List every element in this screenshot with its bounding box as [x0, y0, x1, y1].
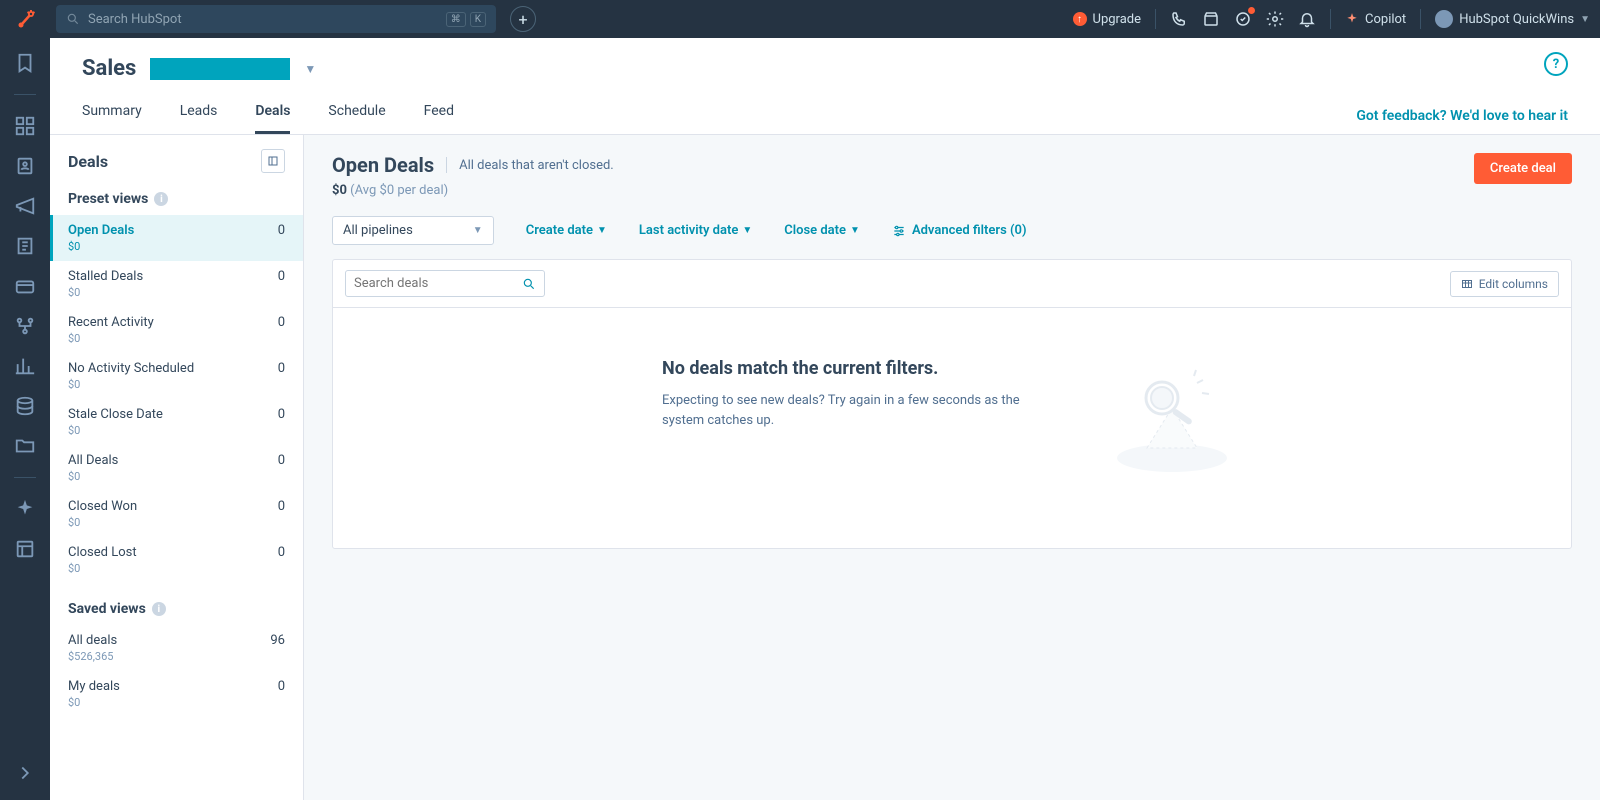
- saved-views-heading: Saved views i: [50, 593, 303, 625]
- search-icon: [522, 277, 536, 291]
- page-tabs: Summary Leads Deals Schedule Feed: [82, 103, 1568, 134]
- sparkle-icon: [1345, 12, 1359, 26]
- tab-deals[interactable]: Deals: [255, 103, 290, 134]
- tab-leads[interactable]: Leads: [180, 103, 218, 134]
- view-stale-close-date[interactable]: Stale Close Date0 $0: [50, 399, 303, 445]
- filter-close-date[interactable]: Close date▼: [784, 223, 860, 238]
- sliders-icon: [892, 224, 906, 238]
- filter-create-date[interactable]: Create date▼: [526, 223, 607, 238]
- marketplace-icon[interactable]: [1202, 10, 1220, 28]
- global-search[interactable]: ⌘K: [56, 5, 496, 33]
- upgrade-link[interactable]: ↑ Upgrade: [1073, 12, 1141, 27]
- view-all-deals[interactable]: All Deals0 $0: [50, 445, 303, 491]
- search-deals[interactable]: [345, 270, 545, 297]
- view-saved-my-deals[interactable]: My deals0 $0: [50, 671, 303, 717]
- empty-state-illustration: [1102, 358, 1242, 478]
- left-nav-rail: [0, 38, 50, 800]
- sidebar-title: Deals: [68, 152, 108, 171]
- search-deals-input[interactable]: [354, 276, 522, 291]
- view-no-activity-scheduled[interactable]: No Activity Scheduled0 $0: [50, 353, 303, 399]
- page-title: Sales: [82, 56, 136, 81]
- chevron-down-icon: ▼: [473, 225, 483, 236]
- empty-state-body: Expecting to see new deals? Try again in…: [662, 391, 1042, 430]
- view-description: All deals that aren't closed.: [459, 158, 614, 173]
- tab-schedule[interactable]: Schedule: [328, 103, 385, 134]
- quick-create-button[interactable]: +: [510, 6, 536, 32]
- main-area: Sales ▼ ? Summary Leads Deals Schedule F…: [50, 38, 1600, 800]
- top-navbar: ⌘K + ↑ Upgrade Copilot HubSpot QuickWins…: [0, 0, 1600, 38]
- copilot-link[interactable]: Copilot: [1345, 12, 1406, 27]
- view-recent-activity[interactable]: Recent Activity0 $0: [50, 307, 303, 353]
- avatar: [1435, 10, 1453, 28]
- view-stalled-deals[interactable]: Stalled Deals0 $0: [50, 261, 303, 307]
- nav-data-icon[interactable]: [14, 395, 36, 417]
- view-closed-lost[interactable]: Closed Lost0 $0: [50, 537, 303, 583]
- view-open-deals[interactable]: Open Deals0 $0: [50, 215, 303, 261]
- notifications-icon[interactable]: [1298, 10, 1316, 28]
- nav-automation-icon[interactable]: [14, 315, 36, 337]
- tasks-icon[interactable]: [1234, 10, 1252, 28]
- info-icon[interactable]: i: [154, 192, 168, 206]
- search-icon: [66, 12, 80, 26]
- table-icon: [1461, 278, 1473, 290]
- help-button[interactable]: ?: [1544, 52, 1568, 76]
- nav-expand-icon[interactable]: [14, 762, 36, 784]
- preset-views-heading: Preset views i: [50, 183, 303, 215]
- create-deal-button[interactable]: Create deal: [1474, 153, 1572, 184]
- nav-commerce-icon[interactable]: [14, 275, 36, 297]
- content-area: Open Deals All deals that aren't closed.…: [304, 135, 1600, 800]
- upgrade-icon: ↑: [1073, 12, 1087, 26]
- nav-templates-icon[interactable]: [14, 538, 36, 560]
- nav-crm-icon[interactable]: [14, 155, 36, 177]
- empty-state: No deals match the current filters. Expe…: [333, 308, 1571, 548]
- settings-icon[interactable]: [1266, 10, 1284, 28]
- views-sidebar: Deals Preset views i Open Deals0 $0 Stal…: [50, 135, 304, 800]
- view-saved-all-deals[interactable]: All deals96 $526,365: [50, 625, 303, 671]
- pipeline-selector[interactable]: All pipelines▼: [332, 216, 494, 245]
- nav-content-icon[interactable]: [14, 235, 36, 257]
- nav-workspaces-icon[interactable]: [14, 115, 36, 137]
- hubspot-logo[interactable]: [10, 2, 44, 36]
- tab-feed[interactable]: Feed: [424, 103, 454, 134]
- feedback-link[interactable]: Got feedback? We'd love to hear it: [1356, 108, 1568, 124]
- phone-icon[interactable]: [1170, 10, 1188, 28]
- tab-summary[interactable]: Summary: [82, 103, 142, 134]
- nav-bookmarks-icon[interactable]: [14, 52, 36, 74]
- filter-last-activity-date[interactable]: Last activity date▼: [639, 223, 752, 238]
- empty-state-title: No deals match the current filters.: [662, 358, 1042, 379]
- nav-library-icon[interactable]: [14, 435, 36, 457]
- view-closed-won[interactable]: Closed Won0 $0: [50, 491, 303, 537]
- deals-table: Edit columns No deals match the current …: [332, 259, 1572, 549]
- view-summary: $0 (Avg $0 per deal): [332, 183, 614, 198]
- chevron-down-icon: ▼: [1580, 14, 1590, 25]
- nav-ai-icon[interactable]: [14, 498, 36, 520]
- workspace-selector-redacted[interactable]: [150, 58, 290, 80]
- nav-reporting-icon[interactable]: [14, 355, 36, 377]
- global-search-input[interactable]: [88, 12, 446, 27]
- keyboard-shortcut: ⌘K: [446, 12, 486, 27]
- info-icon[interactable]: i: [152, 602, 166, 616]
- edit-columns-button[interactable]: Edit columns: [1450, 271, 1559, 297]
- filter-bar: All pipelines▼ Create date▼ Last activit…: [332, 216, 1572, 245]
- chevron-down-icon[interactable]: ▼: [304, 62, 316, 76]
- advanced-filters[interactable]: Advanced filters (0): [892, 223, 1027, 238]
- view-title: Open Deals: [332, 153, 434, 177]
- collapse-sidebar-button[interactable]: [261, 149, 285, 173]
- page-header: Sales ▼ ? Summary Leads Deals Schedule F…: [50, 38, 1600, 135]
- nav-marketing-icon[interactable]: [14, 195, 36, 217]
- account-menu[interactable]: HubSpot QuickWins ▼: [1435, 10, 1590, 28]
